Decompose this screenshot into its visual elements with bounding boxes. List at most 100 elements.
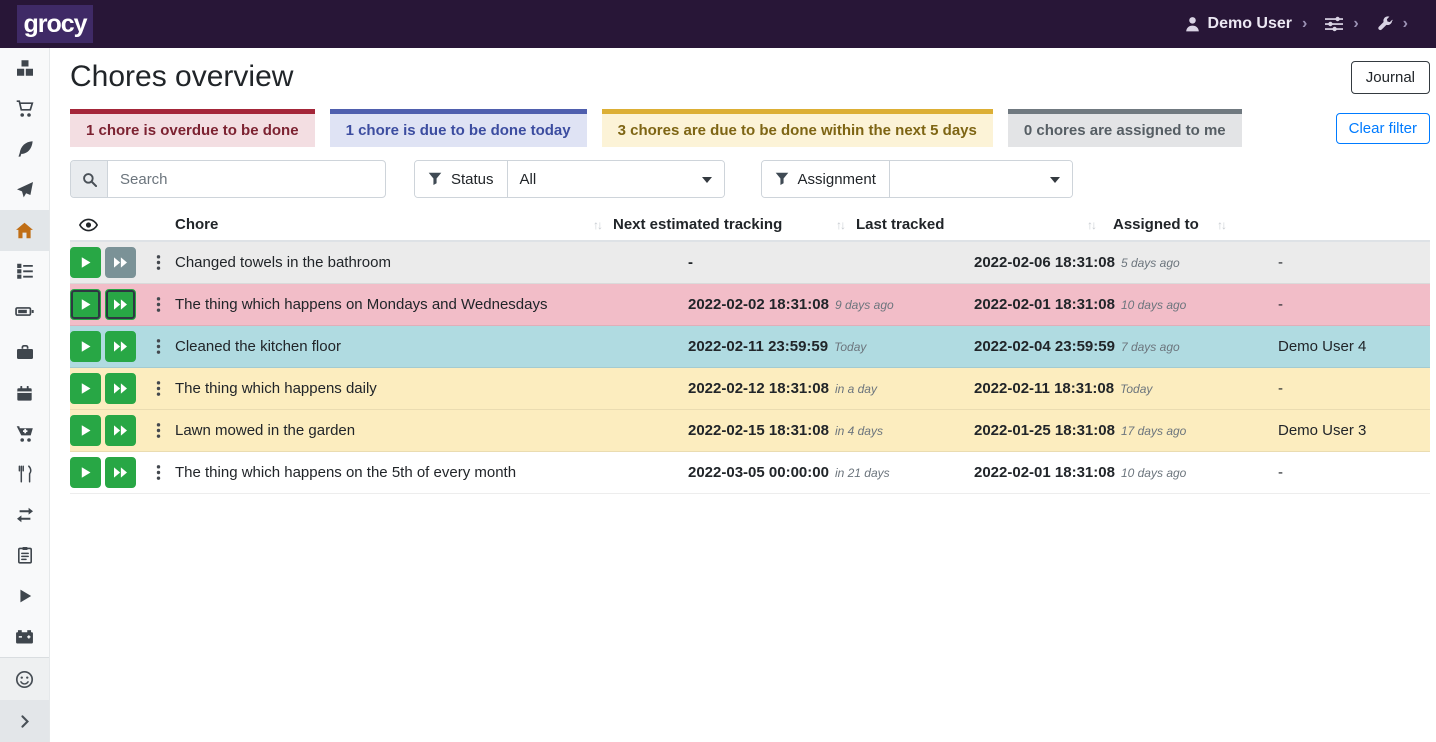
track-execution-button[interactable]	[70, 415, 101, 446]
status-select-value: All	[520, 171, 537, 188]
row-menu-button[interactable]	[149, 417, 167, 445]
column-header-chore[interactable]: Chore ↑↓	[173, 216, 611, 233]
column-header-assigned-to[interactable]: Assigned to ↑↓	[1105, 216, 1235, 233]
chore-row: Lawn mowed in the garden 2022-02-15 18:3…	[70, 410, 1430, 452]
sidebar-expand-toggle[interactable]	[0, 700, 49, 742]
sidebar-item-battery-tracking[interactable]	[0, 616, 49, 657]
play-icon	[79, 382, 92, 395]
last-tracked-cell: 2022-02-01 18:31:0810 days ago	[974, 464, 1278, 481]
track-execution-button[interactable]	[70, 247, 101, 278]
assignment-select[interactable]	[890, 161, 1072, 197]
app-logo[interactable]: grocy	[17, 5, 93, 43]
sort-icon: ↑↓	[836, 218, 844, 232]
kebab-icon	[156, 380, 161, 397]
sort-icon: ↑↓	[1217, 218, 1225, 232]
play-icon	[79, 298, 92, 311]
search-input[interactable]	[108, 161, 385, 197]
status-filter-group: Status All	[414, 160, 725, 198]
user-menu[interactable]: Demo User ›	[1179, 11, 1314, 37]
chore-row: Changed towels in the bathroom - 2022-02…	[70, 242, 1430, 284]
clear-filter-button[interactable]: Clear filter	[1336, 113, 1430, 144]
next-tracking-cell: 2022-02-02 18:31:089 days ago	[688, 296, 974, 313]
row-menu-button[interactable]	[149, 459, 167, 487]
eye-icon[interactable]	[70, 218, 173, 232]
sidebar-item-inventory[interactable]	[0, 535, 49, 576]
chore-name: The thing which happens on Mondays and W…	[173, 296, 688, 313]
sidebar-item-recipes[interactable]	[0, 129, 49, 170]
assigned-to-cell: Demo User 3	[1278, 422, 1430, 439]
settings-menu[interactable]: ›	[1319, 11, 1364, 37]
column-header-last-tracked[interactable]: Last tracked ↑↓	[854, 216, 1105, 233]
skip-execution-button[interactable]	[105, 373, 136, 404]
top-navbar: grocy Demo User › › ›	[0, 0, 1436, 48]
sidebar-item-chore-tracking[interactable]	[0, 576, 49, 617]
chevron-right-icon: ›	[1353, 15, 1358, 33]
filter-bar: Status All Assignment	[70, 160, 1430, 198]
column-header-next-tracking[interactable]: Next estimated tracking ↑↓	[611, 216, 854, 233]
sidebar-item-stock-overview[interactable]	[0, 48, 49, 89]
play-icon	[79, 466, 92, 479]
fast-forward-icon	[113, 466, 128, 479]
chore-name: The thing which happens daily	[173, 380, 688, 397]
banner-assigned-to-me: 0 chores are assigned to me	[1008, 109, 1242, 147]
cart-plus-icon	[16, 425, 34, 443]
quill-icon	[16, 140, 34, 158]
status-label-text: Status	[451, 171, 494, 188]
boxes-icon	[16, 59, 34, 77]
sidebar-item-shopping-list[interactable]	[0, 89, 49, 130]
skip-execution-button[interactable]	[105, 247, 136, 278]
last-tracked-cell: 2022-01-25 18:31:0817 days ago	[974, 422, 1278, 439]
page-title: Chores overview	[70, 60, 293, 94]
row-menu-button[interactable]	[149, 249, 167, 277]
clipboard-list-icon	[16, 546, 34, 564]
sidebar-item-batteries-overview[interactable]	[0, 292, 49, 333]
skip-execution-button[interactable]	[105, 289, 136, 320]
track-execution-button[interactable]	[70, 331, 101, 362]
track-execution-button[interactable]	[70, 457, 101, 488]
skip-execution-button[interactable]	[105, 331, 136, 362]
sliders-icon	[1325, 16, 1343, 32]
main-content: Chores overview Journal 1 chore is overd…	[50, 48, 1436, 742]
play-icon	[79, 424, 92, 437]
table-header: Chore ↑↓ Next estimated tracking ↑↓ Last…	[70, 209, 1430, 242]
next-tracking-cell: -	[688, 254, 974, 271]
chore-row: The thing which happens daily 2022-02-12…	[70, 368, 1430, 410]
chore-name: Cleaned the kitchen floor	[173, 338, 688, 355]
fast-forward-icon	[113, 382, 128, 395]
car-battery-icon	[15, 627, 34, 646]
row-menu-button[interactable]	[149, 291, 167, 319]
track-execution-button[interactable]	[70, 373, 101, 404]
sidebar-item-consume[interactable]	[0, 454, 49, 495]
sidebar-item-chores-overview[interactable]	[0, 210, 49, 251]
sidebar-item-meal-plan[interactable]	[0, 170, 49, 211]
sidebar-item-tasks[interactable]	[0, 251, 49, 292]
status-select[interactable]: All	[508, 161, 724, 197]
fast-forward-icon	[113, 340, 128, 353]
next-tracking-cell: 2022-02-12 18:31:08in a day	[688, 380, 974, 397]
assignment-label-text: Assignment	[798, 171, 876, 188]
sidebar-item-smiley[interactable]	[0, 657, 49, 700]
topbar-menus: Demo User › › ›	[1179, 11, 1414, 37]
sidebar	[0, 48, 50, 742]
chore-row: The thing which happens on the 5th of ev…	[70, 452, 1430, 494]
journal-button[interactable]: Journal	[1351, 61, 1430, 94]
chevron-right-icon: ›	[1302, 15, 1307, 33]
track-execution-button[interactable]	[70, 289, 101, 320]
admin-menu[interactable]: ›	[1371, 11, 1414, 37]
row-actions	[70, 415, 173, 446]
skip-execution-button[interactable]	[105, 415, 136, 446]
sidebar-item-equipment[interactable]	[0, 332, 49, 373]
search-icon	[71, 161, 108, 197]
home-icon	[15, 221, 34, 240]
kebab-icon	[156, 338, 161, 355]
chevron-right-icon: ›	[1403, 15, 1408, 33]
banner-due-today: 1 chore is due to be done today	[330, 109, 587, 147]
row-menu-button[interactable]	[149, 333, 167, 361]
sidebar-item-transfer[interactable]	[0, 495, 49, 536]
row-menu-button[interactable]	[149, 375, 167, 403]
sidebar-item-calendar[interactable]	[0, 373, 49, 414]
chores-table: Chore ↑↓ Next estimated tracking ↑↓ Last…	[70, 209, 1430, 494]
sidebar-item-purchase[interactable]	[0, 413, 49, 454]
row-actions	[70, 457, 173, 488]
skip-execution-button[interactable]	[105, 457, 136, 488]
